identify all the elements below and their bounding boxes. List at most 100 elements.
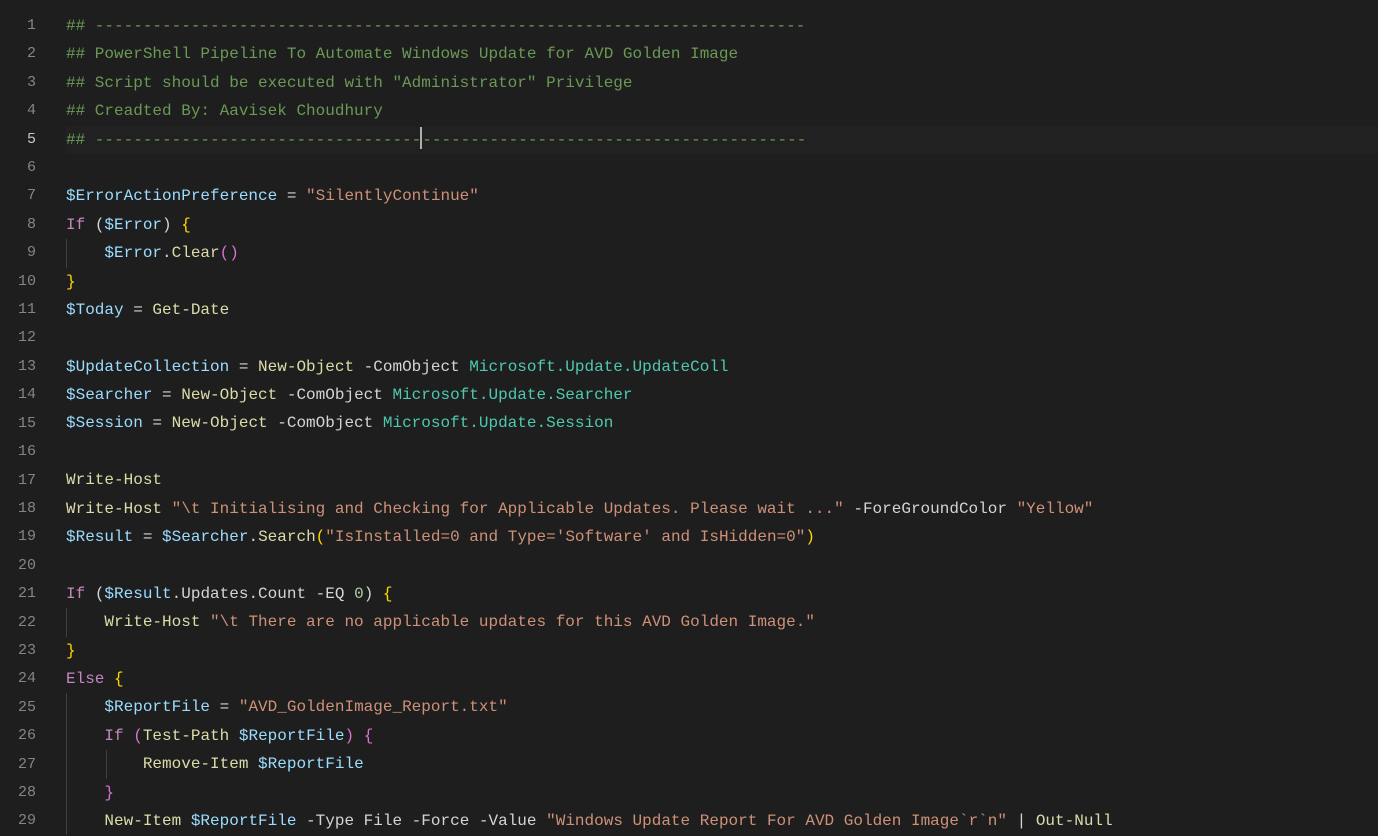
token-string: "AVD_GoldenImage_Report.txt" (239, 698, 508, 716)
token-paren: ( (95, 216, 105, 234)
line-number: 20 (0, 552, 58, 580)
code-line[interactable] (66, 438, 1378, 466)
code-line[interactable]: $Error.Clear() (66, 239, 1378, 267)
code-line[interactable]: } (66, 268, 1378, 296)
code-line[interactable]: Write-Host "\t There are no applicable u… (66, 608, 1378, 636)
line-number: 13 (0, 353, 58, 381)
code-line[interactable]: Write-Host (66, 466, 1378, 494)
token-plain (172, 216, 182, 234)
line-number: 12 (0, 324, 58, 352)
code-line[interactable]: If ($Result.Updates.Count -EQ 0) { (66, 580, 1378, 608)
line-number: 26 (0, 722, 58, 750)
code-line[interactable]: If ($Error) { (66, 211, 1378, 239)
line-number: 1 (0, 12, 58, 40)
code-line[interactable]: } (66, 779, 1378, 807)
code-line[interactable]: } (66, 637, 1378, 665)
token-number: 0 (354, 585, 364, 603)
token-type: Microsoft.Update.Searcher (392, 386, 632, 404)
token-curbra2: () (220, 244, 239, 262)
token-curbra: { (114, 670, 124, 688)
code-line[interactable]: Else { (66, 665, 1378, 693)
token-op: = (210, 698, 239, 716)
line-number: 28 (0, 779, 58, 807)
line-number: 6 (0, 154, 58, 182)
code-line[interactable]: ## -------------------------------------… (66, 12, 1378, 40)
token-plain (66, 755, 143, 773)
token-plain (66, 698, 104, 716)
token-keyword: If (104, 727, 123, 745)
line-number: 25 (0, 694, 58, 722)
code-line[interactable]: Remove-Item $ReportFile (66, 750, 1378, 778)
token-op: = (124, 301, 153, 319)
code-area[interactable]: ## -------------------------------------… (58, 0, 1378, 835)
token-keyword: Else (66, 670, 104, 688)
code-line[interactable]: ## Script should be executed with "Admin… (66, 69, 1378, 97)
token-cmdlet: New-Item (104, 812, 181, 830)
token-plain (200, 613, 210, 631)
line-number: 11 (0, 296, 58, 324)
token-paren: ( (95, 585, 105, 603)
line-number: 8 (0, 211, 58, 239)
token-cmdlet: Write-Host (104, 613, 200, 631)
line-number: 4 (0, 97, 58, 125)
token-var: $Error (104, 216, 162, 234)
code-line[interactable]: $ReportFile = "AVD_GoldenImage_Report.tx… (66, 693, 1378, 721)
code-line[interactable] (66, 551, 1378, 579)
token-curbra: } (66, 642, 76, 660)
code-line[interactable]: $UpdateCollection = New-Object -ComObjec… (66, 353, 1378, 381)
line-number-gutter: 1234567891011121314151617181920212223242… (0, 0, 58, 835)
token-plain (85, 216, 95, 234)
line-number: 23 (0, 637, 58, 665)
code-line[interactable] (66, 324, 1378, 352)
token-curbra: { (383, 585, 393, 603)
token-var: $ErrorActionPreference (66, 187, 277, 205)
token-cmdlet: Get-Date (152, 301, 229, 319)
token-curbra: } (66, 273, 76, 291)
token-plain (1026, 812, 1036, 830)
token-op: -EQ (316, 585, 345, 603)
token-plain (66, 727, 104, 745)
code-line[interactable] (66, 154, 1378, 182)
token-paren: ) (364, 585, 374, 603)
code-line[interactable]: $ErrorActionPreference = "SilentlyContin… (66, 182, 1378, 210)
token-plain (229, 727, 239, 745)
token-paren: ) (162, 216, 172, 234)
code-line[interactable]: $Today = Get-Date (66, 296, 1378, 324)
line-number: 16 (0, 438, 58, 466)
line-number: 5 (0, 126, 58, 154)
code-line[interactable]: $Searcher = New-Object -ComObject Micros… (66, 381, 1378, 409)
code-line[interactable]: ## PowerShell Pipeline To Automate Windo… (66, 40, 1378, 68)
code-line[interactable]: New-Item $ReportFile -Type File -Force -… (66, 807, 1378, 835)
token-comment: ---------------------------------------- (422, 131, 806, 149)
line-number: 15 (0, 410, 58, 438)
token-var: $ReportFile (258, 755, 364, 773)
token-plain: -Type (296, 812, 363, 830)
token-cmdlet: New-Object (172, 414, 268, 432)
token-var: $Today (66, 301, 124, 319)
code-editor[interactable]: 1234567891011121314151617181920212223242… (0, 0, 1378, 835)
token-var: $ReportFile (239, 727, 345, 745)
token-plain (1007, 812, 1017, 830)
code-line[interactable]: Write-Host "\t Initialising and Checking… (66, 495, 1378, 523)
line-number: 21 (0, 580, 58, 608)
token-plain: -ComObject (277, 386, 392, 404)
code-line[interactable]: ## Creadted By: Aavisek Choudhury (66, 97, 1378, 125)
token-keyword: If (66, 585, 85, 603)
token-cmdlet: Test-Path (143, 727, 229, 745)
line-number: 3 (0, 69, 58, 97)
code-line[interactable]: $Session = New-Object -ComObject Microso… (66, 409, 1378, 437)
token-var: $Searcher (66, 386, 152, 404)
token-plain (66, 812, 104, 830)
code-line[interactable]: ## -------------------------------------… (66, 126, 1378, 154)
token-comment: ## ---------------------------------- (66, 131, 421, 149)
token-plain (181, 812, 191, 830)
token-op: = (133, 528, 162, 546)
token-cmdlet: Remove-Item (143, 755, 249, 773)
token-var: $Result (104, 585, 171, 603)
token-plain: File (364, 812, 402, 830)
line-number: 14 (0, 381, 58, 409)
code-line[interactable]: If (Test-Path $ReportFile) { (66, 722, 1378, 750)
token-plain (354, 727, 364, 745)
code-line[interactable]: $Result = $Searcher.Search("IsInstalled=… (66, 523, 1378, 551)
token-var: $Error (104, 244, 162, 262)
